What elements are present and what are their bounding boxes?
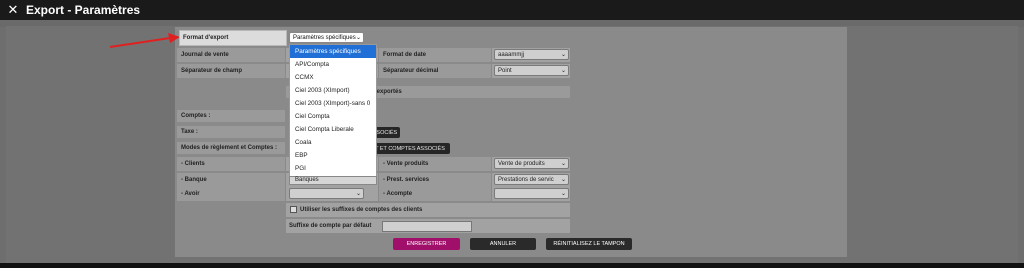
- prest-select[interactable]: Prestations de servic ⌄: [494, 174, 569, 185]
- vente-label: - Vente produits: [379, 157, 491, 171]
- chevron-down-icon: ⌄: [560, 52, 566, 58]
- banque-select-peek[interactable]: Banques: [289, 176, 377, 185]
- dropdown-option[interactable]: API/Compta: [290, 58, 376, 71]
- save-button[interactable]: ENREGISTRER: [393, 238, 460, 250]
- format-export-value: Paramètres spécifiques: [293, 34, 356, 41]
- chevron-down-icon: ⌄: [355, 35, 361, 41]
- dropdown-option[interactable]: Paramètres spécifiques: [290, 45, 376, 58]
- acompte-select[interactable]: ⌄: [494, 188, 569, 199]
- modes-associated-button[interactable]: T ET COMPTES ASSOCIÉS: [370, 143, 450, 154]
- decimal-value: Point: [498, 67, 512, 74]
- default-suffix-label: Suffixe de compte par défaut: [289, 223, 372, 229]
- dropdown-option[interactable]: Ciel Compta: [290, 110, 376, 123]
- acompte-label: - Acompte: [379, 187, 491, 201]
- bottom-bar: [0, 263, 1024, 268]
- taxe-label: Taxe :: [177, 126, 285, 138]
- journal-label: Journal de vente: [177, 48, 285, 62]
- vente-select[interactable]: Vente de produits ⌄: [494, 158, 569, 169]
- separator-label: Séparateur de champ: [177, 64, 285, 78]
- avoir-select[interactable]: ⌄: [289, 188, 364, 199]
- format-export-label: Format d'export: [179, 30, 287, 46]
- prest-label: - Prest. services: [379, 173, 491, 187]
- date-format-label: Format de date: [379, 48, 491, 62]
- reset-buffer-button[interactable]: RÉINITIALISEZ LE TAMPON: [546, 238, 632, 250]
- comptes-label: Comptes :: [177, 110, 285, 122]
- decimal-select[interactable]: Point ⌄: [494, 65, 569, 76]
- modes-label: Modes de règlement et Comptes :: [177, 142, 285, 154]
- dropdown-option[interactable]: CCMX: [290, 71, 376, 84]
- suffix-checkbox[interactable]: [290, 206, 297, 213]
- dropdown-option[interactable]: Ciel 2003 (XImport): [290, 84, 376, 97]
- clients-label: - Clients: [177, 157, 285, 171]
- close-icon[interactable]: ✕: [6, 3, 20, 18]
- dropdown-option[interactable]: EBP: [290, 149, 376, 162]
- decimal-label: Séparateur décimal: [379, 64, 491, 78]
- format-export-select[interactable]: Paramètres spécifiques ⌄: [289, 32, 364, 43]
- annotation-arrow-icon: [109, 33, 180, 48]
- avoir-label: - Avoir: [177, 187, 285, 201]
- chevron-down-icon: ⌄: [560, 68, 566, 74]
- window-title: Export - Paramètres: [26, 3, 141, 17]
- prest-value: Prestations de servic: [498, 176, 554, 183]
- date-format-select[interactable]: aaaammjj ⌄: [494, 49, 569, 60]
- chevron-down-icon: ⌄: [560, 191, 566, 197]
- suffix-checkbox-label: Utiliser les suffixes de comptes des cli…: [300, 207, 423, 213]
- date-format-value: aaaammjj: [498, 51, 525, 58]
- dropdown-option[interactable]: Ciel 2003 (XImport)-sans 0: [290, 97, 376, 110]
- chevron-down-icon: ⌄: [355, 191, 361, 197]
- vente-value: Vente de produits: [498, 160, 545, 167]
- dropdown-option[interactable]: PGI: [290, 162, 376, 175]
- banque-label: - Banque: [177, 173, 285, 187]
- dropdown-option[interactable]: Ciel Compta Liberale: [290, 123, 376, 136]
- cancel-button[interactable]: ANNULER: [470, 238, 536, 250]
- format-export-dropdown: Paramètres spécifiques API/Compta CCMX C…: [289, 44, 377, 178]
- default-suffix-input[interactable]: [382, 221, 472, 232]
- dropdown-option[interactable]: Coala: [290, 136, 376, 149]
- title-bar: ✕ Export - Paramètres: [0, 0, 1024, 20]
- chevron-down-icon: ⌄: [560, 177, 566, 183]
- chevron-down-icon: ⌄: [560, 161, 566, 167]
